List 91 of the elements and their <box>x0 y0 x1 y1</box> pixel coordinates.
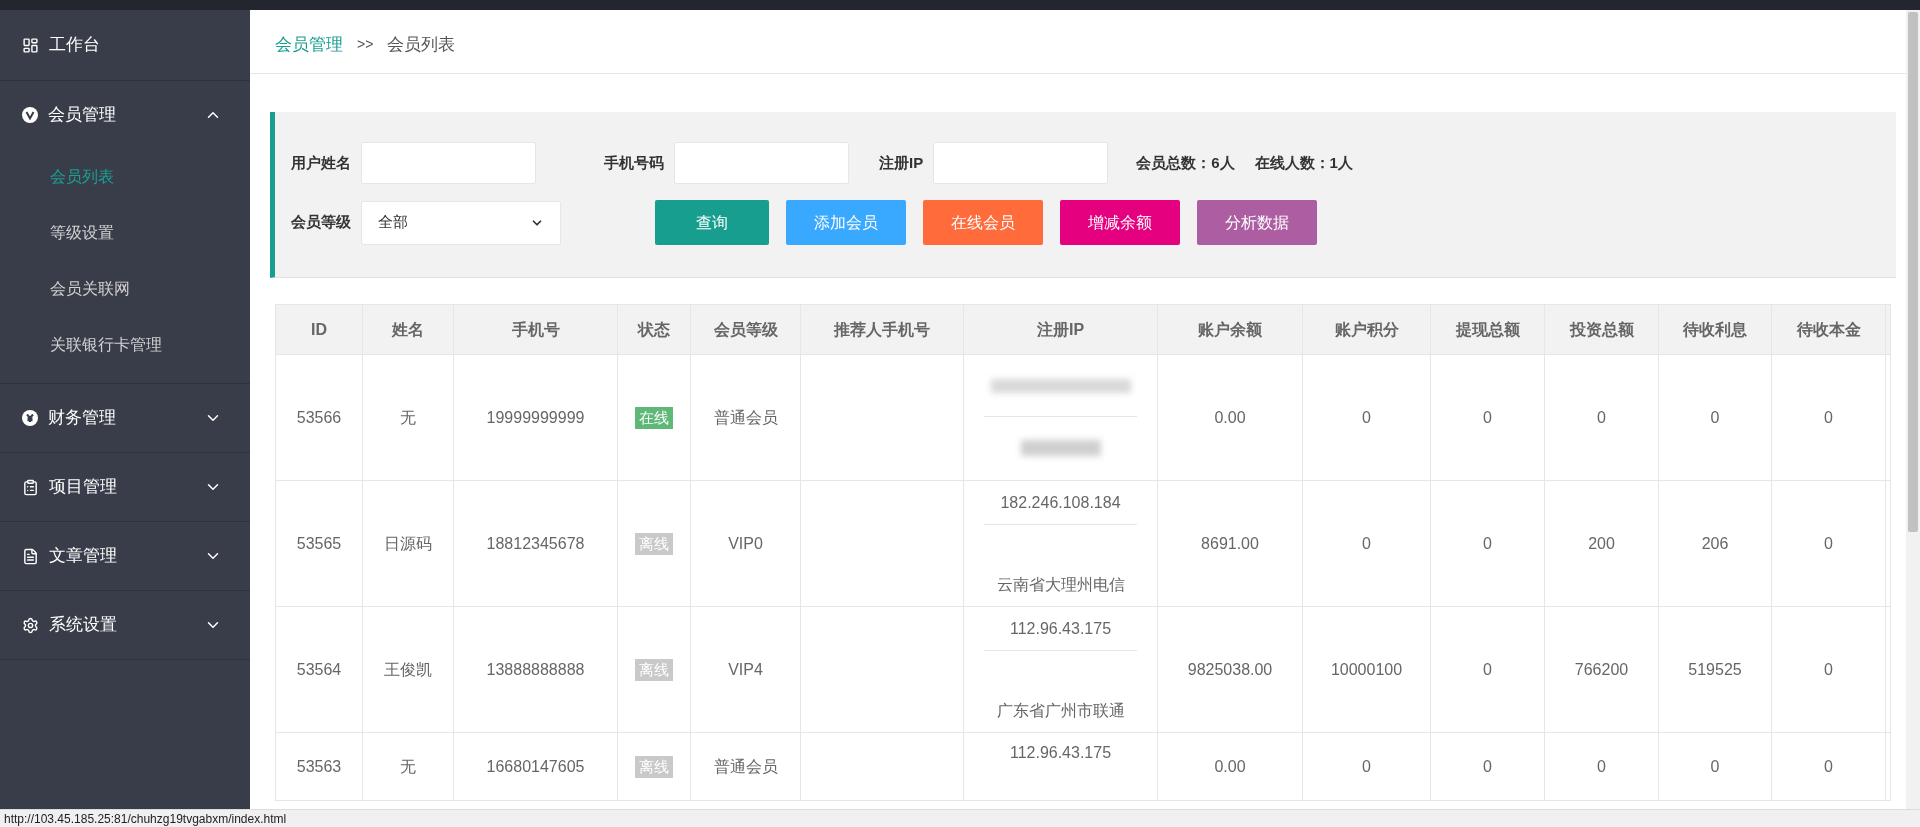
table-cell: 0 <box>1430 732 1545 801</box>
column-header: 会员等级 <box>690 304 801 355</box>
table-cell: 0.00 <box>1157 732 1303 801</box>
table-cell: 200 <box>1544 480 1659 607</box>
url-text: http://103.45.185.25:81/chuhzg19tvgabxm/index.html <box>4 812 287 825</box>
table-cell: 0 <box>1658 354 1772 481</box>
ip-location: 云南省大理州电信 <box>996 575 1125 595</box>
stat-text: 在线人数：1人 <box>1254 152 1353 173</box>
submenu-item[interactable]: 关联银行卡管理 <box>0 317 250 373</box>
table-cell: 0 <box>1771 732 1886 801</box>
scrollbar-thumb[interactable] <box>1908 12 1918 532</box>
level-select[interactable]: 全部 <box>361 200 561 245</box>
text-field[interactable] <box>674 142 849 184</box>
column-header: 姓名 <box>362 304 454 355</box>
column-header: 待收利息 <box>1658 304 1772 355</box>
clipboard-icon <box>22 478 39 496</box>
table-cell: 16680147605 <box>453 732 618 801</box>
table-cell: 普通会员 <box>690 354 801 481</box>
document-icon <box>22 547 39 565</box>
table-cell: 9825038.00 <box>1157 606 1303 733</box>
table-cell: 53564 <box>275 606 363 733</box>
badge-icon <box>22 410 38 426</box>
text-field[interactable] <box>933 142 1109 184</box>
table-cell: 0 <box>1430 606 1545 733</box>
sidebar-item[interactable]: 文章管理 <box>0 522 250 590</box>
table-cell: 53565 <box>275 480 363 607</box>
table-cell: 53566 <box>275 354 363 481</box>
column-header: 推荐人手机号 <box>800 304 964 355</box>
table-cell: 206 <box>1658 480 1772 607</box>
breadcrumb-separator: >> <box>357 35 374 54</box>
text-field[interactable] <box>361 142 536 184</box>
table-cell: 无 <box>362 732 454 801</box>
table-cell: 日源码 <box>362 480 454 607</box>
table-cell: 0 <box>1771 480 1886 607</box>
table-cell: 0 <box>1302 480 1431 607</box>
column-header: 投资总额 <box>1544 304 1659 355</box>
table-cell: 0 <box>1302 732 1431 801</box>
submenu-item[interactable]: 等级设置 <box>0 205 250 261</box>
table-cell: 0 <box>1658 732 1772 801</box>
dashboard-icon <box>22 36 39 54</box>
table-cell: 519525 <box>1658 606 1772 733</box>
settings-icon <box>22 616 39 634</box>
sidebar-item[interactable]: 项目管理 <box>0 453 250 521</box>
table-cell: 0 <box>1430 354 1545 481</box>
table-cell: 普通会员 <box>690 732 801 801</box>
column-header: 待收本金 <box>1771 304 1886 355</box>
table-cell: 王俊凯 <box>362 606 454 733</box>
table-cell: 0 <box>1544 354 1659 481</box>
column-header: 账户余额 <box>1157 304 1303 355</box>
field-label: 注册IP <box>879 152 924 173</box>
stat-text: 会员总数：6人 <box>1136 152 1235 173</box>
ip-address: 182.246.108.184 <box>1000 492 1121 513</box>
sidebar-item[interactable]: 工作台 <box>0 10 250 80</box>
field-label: 用户姓名 <box>291 152 351 173</box>
submenu-item[interactable]: 会员关联网 <box>0 261 250 317</box>
table-cell: 0 <box>1302 354 1431 481</box>
table-cell: 10000100 <box>1302 606 1431 733</box>
column-header: 提现总额 <box>1430 304 1545 355</box>
scrollbar[interactable] <box>1906 10 1920 809</box>
action-button[interactable]: 增减余额 <box>1060 200 1180 245</box>
table-cell: 53563 <box>275 732 363 801</box>
badge-icon <box>22 107 38 123</box>
column-header: ID <box>275 304 363 355</box>
field-label: 手机号码 <box>604 152 664 173</box>
column-header: 手机号 <box>453 304 618 355</box>
table-cell: 0.00 <box>1157 354 1303 481</box>
sidebar-item[interactable]: 财务管理 <box>0 384 250 452</box>
sidebar-item[interactable]: 系统设置 <box>0 591 250 659</box>
table-cell: 19999999999 <box>453 354 618 481</box>
action-button[interactable]: 分析数据 <box>1197 200 1317 245</box>
table-cell: 766200 <box>1544 606 1659 733</box>
status-tag: 在线 <box>635 406 673 429</box>
field-label: 会员等级 <box>291 212 351 233</box>
table-cell: VIP0 <box>690 480 801 607</box>
column-header: 账户积分 <box>1302 304 1431 355</box>
ip-address: 112.96.43.175 <box>1009 618 1112 639</box>
column-header: 注册IP <box>963 304 1158 355</box>
table-cell: 13888888888 <box>453 606 618 733</box>
table-cell: 无 <box>362 354 454 481</box>
breadcrumb-current: 会员列表 <box>387 33 456 56</box>
table-cell: 0 <box>1430 480 1545 607</box>
table-cell: VIP4 <box>690 606 801 733</box>
table-cell: 0 <box>1544 732 1659 801</box>
ip-location: 广东省广州市联通 <box>996 701 1125 721</box>
ip-address: 112.96.43.175 <box>1009 743 1112 763</box>
table-cell: 8691.00 <box>1157 480 1303 607</box>
column-header: 状态 <box>617 304 691 355</box>
table-cell: 18812345678 <box>453 480 618 607</box>
table-cell: 0 <box>1771 354 1886 481</box>
sidebar-item[interactable]: 会员管理 <box>0 81 250 149</box>
table-cell: 0 <box>1771 606 1886 733</box>
